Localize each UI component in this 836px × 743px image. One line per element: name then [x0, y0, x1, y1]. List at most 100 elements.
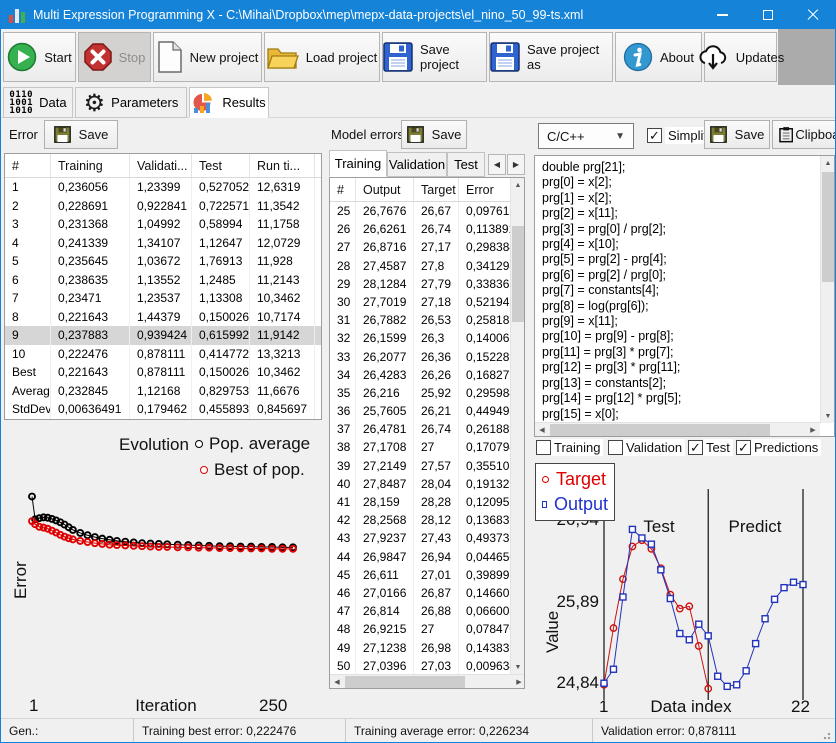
scroll-up-icon[interactable]: ▲ — [511, 178, 525, 192]
table-row[interactable]: 3827,1708270,170794 — [330, 438, 524, 456]
table-cell: 26,3 — [414, 329, 459, 347]
table-row[interactable]: 2626,626126,740,113891 — [330, 220, 524, 238]
table-row[interactable]: 10,2360561,233990,52705212,6319 — [5, 178, 321, 197]
about-button[interactable]: About — [615, 32, 702, 82]
code-line: prg[15] = x[0]; — [542, 407, 816, 422]
table-row[interactable]: 3126,788226,530,258182 — [330, 311, 524, 329]
model-errors-vscrollbar[interactable]: ▲ ▼ — [510, 178, 524, 674]
table-row[interactable]: 50,2356451,036721,7691311,928 — [5, 252, 321, 271]
table-row[interactable]: 5027,039627,030,009634 — [330, 657, 524, 675]
stop-button[interactable]: Stop — [78, 32, 151, 82]
scroll-left-icon[interactable]: ◀ — [535, 423, 549, 437]
new-project-button[interactable]: New project — [153, 32, 262, 82]
table-row[interactable]: 30,2313681,049920,5899411,1758 — [5, 215, 321, 234]
table-row[interactable]: 4726,81426,880,066008 — [330, 602, 524, 620]
table-row[interactable]: Average0,2328451,121680,82975311,6676 — [5, 382, 321, 401]
table-row[interactable]: 3426,428326,260,168276 — [330, 366, 524, 384]
table-cell: 1,34107 — [130, 234, 192, 253]
model-errors-table: # Output Target Error 2526,767626,670,09… — [329, 177, 525, 689]
table-row[interactable]: 20,2286910,9228410,72257111,3542 — [5, 197, 321, 216]
table-row[interactable]: 4027,848728,040,191323 — [330, 475, 524, 493]
model-tab-training[interactable]: Training — [329, 150, 387, 177]
model-tab-validation[interactable]: Validation — [387, 152, 447, 177]
hscroll-thumb[interactable] — [550, 424, 770, 436]
table-row[interactable]: 3326,207726,360,152287 — [330, 348, 524, 366]
error-save-button[interactable]: Save — [44, 120, 118, 149]
code-hscrollbar[interactable]: ◀ ▶ — [535, 422, 820, 436]
table-row[interactable]: 2526,767626,670,097612 — [330, 202, 524, 220]
save-project-as-button[interactable]: Save project as — [489, 32, 613, 82]
table-row[interactable]: 4826,9215270,078470 — [330, 620, 524, 638]
table-row[interactable]: 4426,984726,940,044650 — [330, 548, 524, 566]
tab-data[interactable]: 011010011010 Data — [3, 87, 73, 118]
table-row[interactable]: 2726,871627,170,298384 — [330, 238, 524, 256]
code-save-button[interactable]: Save — [704, 120, 770, 149]
table-cell: 0,113891 — [459, 220, 511, 238]
model-errors-hscrollbar[interactable]: ◀ ▶ — [330, 674, 525, 688]
table-row[interactable]: 4128,15928,280,120951 — [330, 493, 524, 511]
scroll-down-icon[interactable]: ▼ — [511, 660, 525, 674]
table-cell: 0,878111 — [130, 345, 192, 364]
scroll-up-icon[interactable]: ▲ — [821, 156, 835, 170]
hscroll-thumb[interactable] — [345, 676, 465, 688]
table-row[interactable]: 4526,61127,010,398998 — [330, 566, 524, 584]
tab-scroll-right-button[interactable]: ▶ — [507, 154, 525, 175]
scroll-down-icon[interactable]: ▼ — [821, 409, 835, 423]
table-row[interactable]: 4327,923727,430,493738 — [330, 529, 524, 547]
tab-scroll-left-button[interactable]: ◀ — [488, 154, 506, 175]
clipboard-button[interactable]: Clipboard — [772, 120, 836, 149]
toggle-validation[interactable]: Validation — [608, 439, 685, 457]
predictions-checkbox[interactable]: ✓ — [736, 440, 751, 455]
table-row[interactable]: 70,234711,235371,1330810,3462 — [5, 289, 321, 308]
table-cell: 26,9847 — [356, 548, 414, 566]
tab-results[interactable]: Results — [189, 87, 269, 118]
table-row[interactable]: 4927,123826,980,143835 — [330, 639, 524, 657]
start-button[interactable]: Start — [3, 32, 76, 82]
minimize-button[interactable] — [700, 1, 745, 29]
model-tab-test[interactable]: Test — [447, 152, 485, 177]
simplified-checkbox[interactable]: ✓ — [647, 128, 662, 143]
close-button[interactable] — [790, 1, 835, 29]
test-checkbox[interactable]: ✓ — [688, 440, 703, 455]
load-project-button[interactable]: Load project — [264, 32, 380, 82]
table-row[interactable]: Best0,2216430,8781110,15002610,3462 — [5, 363, 321, 382]
table-row[interactable]: 40,2413391,341071,1264712,0729 — [5, 234, 321, 253]
table-row[interactable]: 3625,760526,210,449498 — [330, 402, 524, 420]
table-row[interactable]: 100,2224760,8781110,41477213,3213 — [5, 345, 321, 364]
table-row[interactable]: 4228,256828,120,136832 — [330, 511, 524, 529]
updates-button[interactable]: Updates — [704, 32, 777, 82]
table-row[interactable]: 2827,458727,80,341298 — [330, 257, 524, 275]
maximize-button[interactable] — [745, 1, 790, 29]
vscroll-thumb[interactable] — [822, 172, 834, 282]
table-cell: 9 — [5, 326, 51, 345]
table-cell: 1,2485 — [192, 271, 250, 290]
save-project-button[interactable]: Save project — [382, 32, 487, 82]
validation-checkbox[interactable] — [608, 440, 623, 455]
scroll-left-icon[interactable]: ◀ — [330, 675, 344, 689]
resize-grip[interactable] — [823, 730, 833, 740]
toggle-test[interactable]: ✓Test — [688, 439, 733, 457]
table-row[interactable]: 3927,214927,570,355103 — [330, 457, 524, 475]
table-row[interactable]: 90,2378830,9394240,61599211,9142 — [5, 326, 321, 345]
model-errors-save-button[interactable]: Save — [401, 120, 467, 149]
table-row[interactable]: 3726,478126,740,261882 — [330, 420, 524, 438]
toggle-predictions[interactable]: ✓Predictions — [736, 439, 821, 457]
table-row[interactable]: 3226,159926,30,140062 — [330, 329, 524, 347]
table-row[interactable]: 80,2216431,443790,15002610,7174 — [5, 308, 321, 327]
scroll-right-icon[interactable]: ▶ — [512, 675, 525, 689]
code-panel[interactable]: double prg[21];prg[0] = x[2];prg[1] = x[… — [534, 155, 835, 437]
table-cell: 11,2143 — [250, 271, 315, 290]
table-row[interactable]: StdDev0,006364910,1794620,4558930,845697 — [5, 400, 321, 419]
table-row[interactable]: 4627,016626,870,146609 — [330, 584, 524, 602]
table-row[interactable]: 3027,701927,180,521945 — [330, 293, 524, 311]
table-row[interactable]: 3526,21625,920,295984 — [330, 384, 524, 402]
vscroll-thumb[interactable] — [512, 226, 524, 322]
tab-parameters[interactable]: ⚙ Parameters — [75, 87, 187, 118]
scroll-right-icon[interactable]: ▶ — [806, 423, 820, 437]
table-row[interactable]: 2928,128427,790,338365 — [330, 275, 524, 293]
code-vscrollbar[interactable]: ▲ ▼ — [820, 156, 834, 423]
training-checkbox[interactable] — [536, 440, 551, 455]
table-row[interactable]: 60,2386351,135521,248511,2143 — [5, 271, 321, 290]
language-select[interactable]: C/C++ ▼ — [538, 123, 634, 149]
toggle-training[interactable]: Training — [536, 439, 603, 457]
